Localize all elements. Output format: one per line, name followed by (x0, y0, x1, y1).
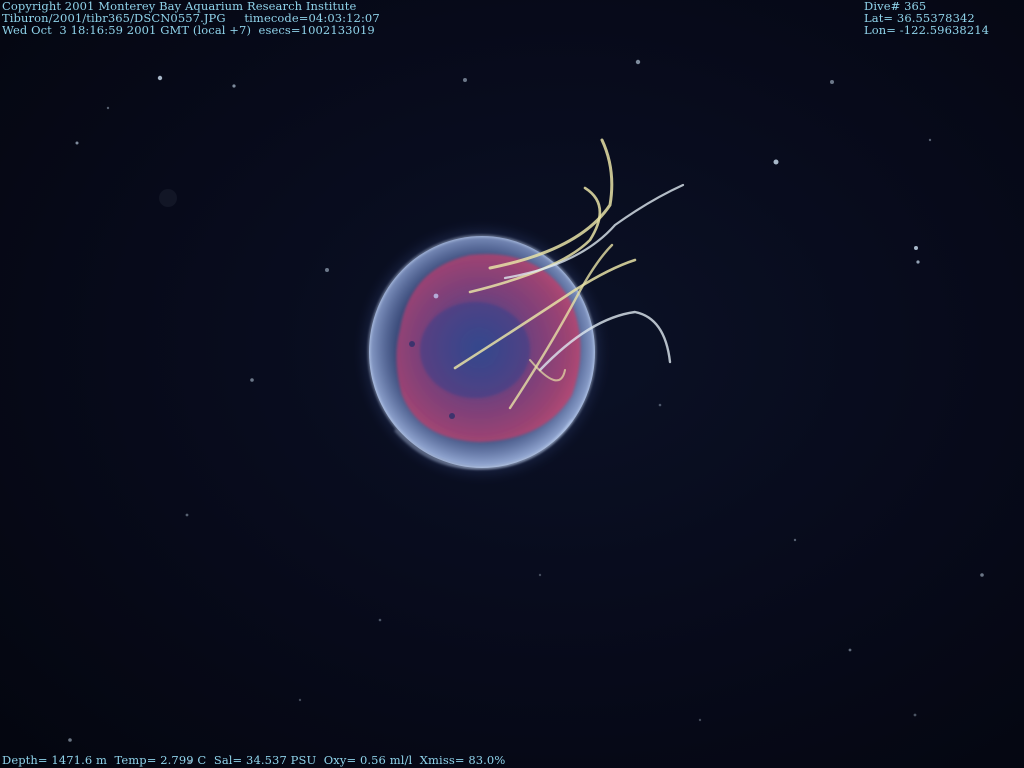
overlay-sensor-readout: Depth= 1471.6 m Temp= 2.799 C Sal= 34.53… (2, 754, 505, 766)
deep-sea-photo: Copyright 2001 Monterey Bay Aquarium Res… (0, 0, 1024, 768)
overlay-header-left: Copyright 2001 Monterey Bay Aquarium Res… (2, 0, 380, 36)
overlay-header-right: Dive# 365 Lat= 36.55378342 Lon= -122.596… (864, 0, 989, 36)
sensor-readout-text: Depth= 1471.6 m Temp= 2.799 C Sal= 34.53… (2, 753, 506, 767)
jellyfish-photo (68, 59, 984, 764)
jellyfish-gut (396, 254, 581, 442)
longitude-text: Lon= -122.59638214 (864, 23, 990, 37)
date-esecs-text: Wed Oct 3 18:16:59 2001 GMT (local +7) e… (2, 23, 375, 37)
